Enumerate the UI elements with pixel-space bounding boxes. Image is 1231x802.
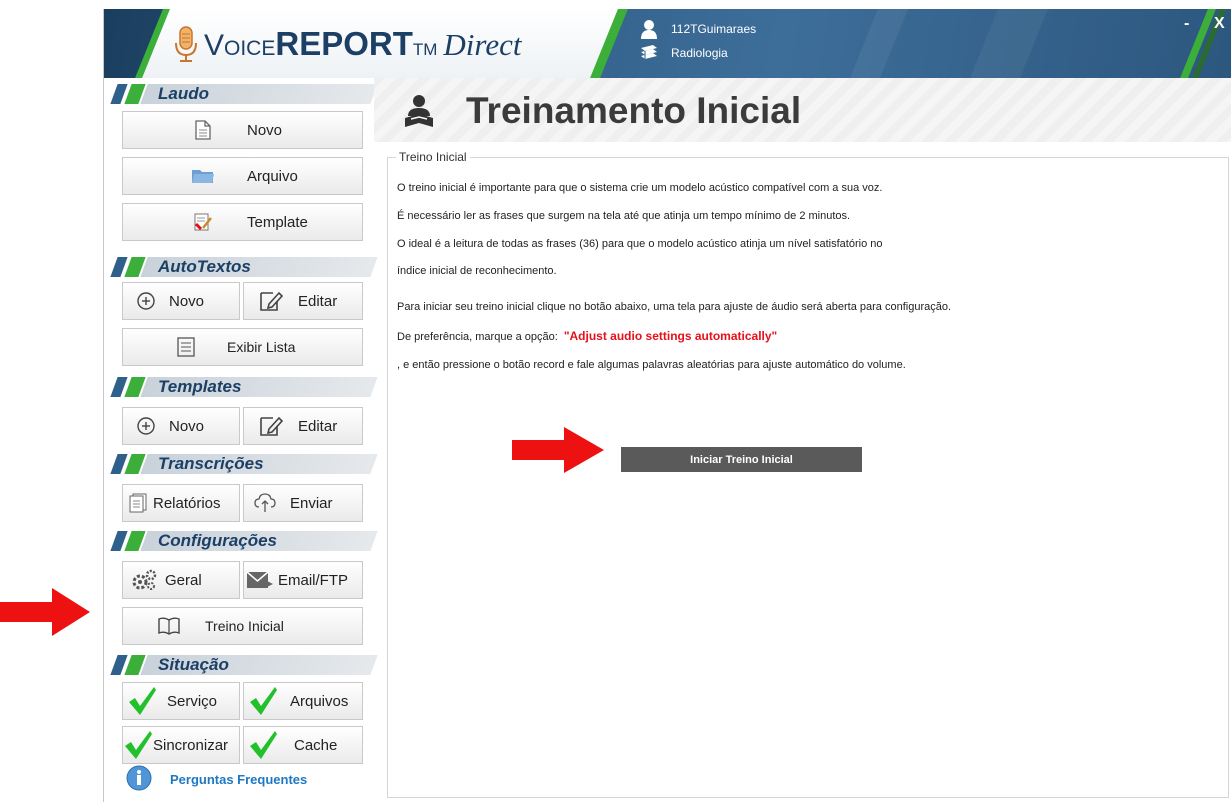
autotextos-editar-button[interactable]: Editar <box>243 282 363 320</box>
text-line-preference: De preferência, marque a opção: "Adjust a… <box>397 329 778 343</box>
app-logo: VoiceREPORTTM Direct <box>174 21 521 67</box>
email-icon <box>246 570 274 590</box>
check-icon <box>123 730 153 760</box>
red-arrow-icon <box>0 588 90 636</box>
user-icon <box>639 19 659 39</box>
document-icon <box>189 120 217 140</box>
audio-settings-highlight: "Adjust audio settings automatically" <box>563 329 778 343</box>
reports-icon <box>127 493 149 513</box>
app-brand: VoiceREPORTTM Direct <box>204 25 522 62</box>
section-situacao: Situação <box>110 652 378 678</box>
microphone-icon <box>175 26 197 62</box>
plus-circle-icon <box>135 292 157 310</box>
autotextos-exibir-lista-button[interactable]: Exibir Lista <box>122 328 363 366</box>
enviar-button[interactable]: Enviar <box>243 484 363 522</box>
edit-icon <box>258 415 284 437</box>
laudo-novo-button[interactable]: Novo <box>122 111 363 149</box>
check-icon <box>127 686 157 716</box>
folder-icon <box>189 167 217 185</box>
cloud-upload-icon <box>254 493 276 513</box>
book-stack-icon <box>639 43 659 63</box>
edit-icon <box>258 290 284 312</box>
section-templates: Templates <box>110 374 378 400</box>
check-icon <box>248 686 278 716</box>
section-laudo: Laudo <box>110 81 378 107</box>
template-icon <box>189 212 217 232</box>
list-icon <box>175 337 197 357</box>
group-title: Treino Inicial <box>396 150 470 164</box>
templates-novo-button[interactable]: Novo <box>122 407 240 445</box>
faq-link[interactable]: Perguntas Frequentes <box>126 765 307 794</box>
text-line: Para iniciar seu treino inicial clique n… <box>397 301 952 313</box>
text-line: É necessário ler as frases que surgem na… <box>397 210 851 222</box>
treino-inicial-button[interactable]: Treino Inicial <box>122 607 363 645</box>
info-icon <box>126 765 152 794</box>
servico-status[interactable]: Serviço <box>122 682 240 720</box>
user-info: 112TGuimaraes Radiologia <box>639 17 756 65</box>
treino-group <box>387 157 1229 798</box>
close-button[interactable]: X <box>1214 15 1225 33</box>
relatorios-button[interactable]: Relatórios <box>122 484 240 522</box>
sincronizar-status[interactable]: Sincronizar <box>122 726 240 764</box>
laudo-arquivo-button[interactable]: Arquivo <box>122 157 363 195</box>
gears-icon <box>131 569 157 591</box>
red-arrow-icon <box>512 427 604 473</box>
section-configuracoes: Configurações <box>110 528 378 554</box>
app-window: VoiceREPORTTM Direct 112TGuimaraes Radiol… <box>103 9 1231 802</box>
laudo-template-button[interactable]: Template <box>122 203 363 241</box>
plus-circle-icon <box>135 417 157 435</box>
templates-editar-button[interactable]: Editar <box>243 407 363 445</box>
cache-status[interactable]: Cache <box>243 726 363 764</box>
text-line: O ideal é a leitura de todas as frases (… <box>397 238 883 250</box>
autotextos-novo-button[interactable]: Novo <box>122 282 240 320</box>
email-ftp-button[interactable]: Email/FTP <box>243 561 363 599</box>
text-line: O treino inicial é importante para que o… <box>397 182 883 194</box>
text-line: índice inicial de reconhecimento. <box>397 265 557 277</box>
page-header: Treinamento Inicial <box>374 78 1231 142</box>
user-name: 112TGuimaraes <box>671 22 757 36</box>
sidebar: Laudo Novo Arquivo Template AutoTextos N… <box>104 78 378 802</box>
department-name: Radiologia <box>671 46 728 60</box>
start-training-button[interactable]: Iniciar Treino Inicial <box>621 447 862 472</box>
section-transcricoes: Transcrições <box>110 451 378 477</box>
check-icon <box>248 730 278 760</box>
page-title: Treinamento Inicial <box>466 90 802 131</box>
arquivos-status[interactable]: Arquivos <box>243 682 363 720</box>
text-line: , e então pressione o botão record e fal… <box>397 359 906 371</box>
book-icon <box>157 617 181 635</box>
title-bar: VoiceREPORTTM Direct 112TGuimaraes Radiol… <box>104 9 1231 78</box>
minimize-button[interactable]: - <box>1184 15 1189 33</box>
geral-button[interactable]: Geral <box>122 561 240 599</box>
section-autotextos: AutoTextos <box>110 254 378 280</box>
reader-icon <box>402 94 436 133</box>
